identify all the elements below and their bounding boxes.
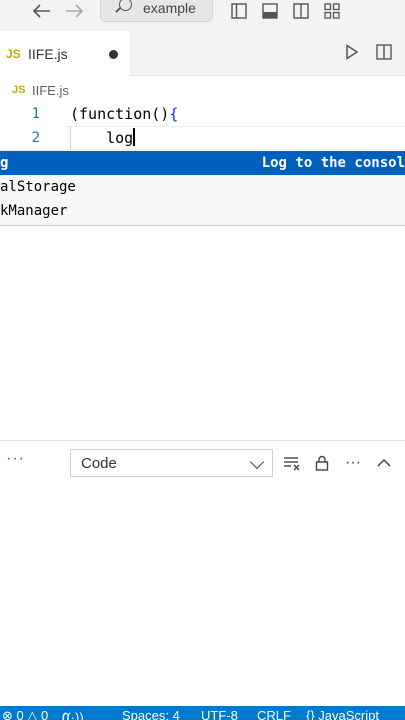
split-editor-icon[interactable] xyxy=(372,41,396,63)
status-bar: ⊗ 0 △ 0 ((·)) 0 Spaces: 4 UTF-8 CRLF {} … xyxy=(0,706,405,720)
tab-label: IIFE.js xyxy=(28,45,68,62)
suggestion-label: alStorage xyxy=(0,179,76,195)
chevron-up-icon[interactable] xyxy=(372,450,396,476)
suggestion-item-selected[interactable]: g Log to the consol xyxy=(0,151,405,175)
select-value: Code xyxy=(81,454,117,472)
clear-output-icon[interactable] xyxy=(280,450,304,476)
encoding-indicator[interactable]: UTF-8 xyxy=(201,708,238,720)
chevron-down-icon xyxy=(249,454,265,470)
title-bar: example xyxy=(0,0,405,22)
code-editor[interactable]: 1 (function(){ 2 log xyxy=(0,102,405,150)
back-arrow-icon[interactable] xyxy=(30,0,54,22)
text-cursor xyxy=(133,128,136,146)
command-center-search[interactable]: example xyxy=(100,0,213,22)
suggestion-label: g xyxy=(0,155,9,171)
more-actions-icon[interactable]: ··· xyxy=(6,450,25,468)
code-line[interactable]: 2 log xyxy=(0,126,405,150)
forward-arrow-icon[interactable] xyxy=(62,0,86,22)
suggestion-detail: Log to the consol xyxy=(261,155,405,171)
code-text[interactable]: (function(){ xyxy=(70,102,178,126)
run-icon[interactable] xyxy=(340,41,364,63)
ports-count: 0 xyxy=(62,710,70,720)
tab-iife-js[interactable]: JS IIFE.js xyxy=(0,31,130,76)
breadcrumb[interactable]: JS IIFE.js xyxy=(0,78,69,102)
panel-border xyxy=(0,440,405,441)
javascript-file-icon: JS xyxy=(12,84,26,96)
eol-indicator[interactable]: CRLF xyxy=(257,708,291,720)
problems-indicator[interactable]: ⊗ 0 △ 0 xyxy=(2,708,48,720)
more-actions-icon[interactable]: ··· xyxy=(341,450,365,476)
language-mode-indicator[interactable]: {} JavaScript xyxy=(306,708,379,720)
code-token: (function() xyxy=(70,105,170,123)
lock-icon[interactable] xyxy=(310,450,334,476)
code-brace: { xyxy=(169,105,179,123)
suggestion-widget: g Log to the consol alStorage kManager xyxy=(0,150,405,226)
unsaved-dot-icon[interactable] xyxy=(109,50,118,59)
toggle-panel-icon[interactable] xyxy=(258,0,282,22)
code-text[interactable]: log xyxy=(70,126,136,150)
code-line[interactable]: 1 (function(){ xyxy=(0,102,405,126)
line-number: 2 xyxy=(31,130,40,146)
search-icon xyxy=(119,0,132,11)
editor-tab-bar: JS IIFE.js xyxy=(0,22,405,76)
output-channel-select[interactable]: Code xyxy=(70,449,273,477)
line-number: 1 xyxy=(31,106,40,122)
toggle-sidebar-icon[interactable] xyxy=(227,0,251,22)
javascript-file-icon: JS xyxy=(6,46,21,61)
customize-layout-icon[interactable] xyxy=(320,0,344,22)
indentation-indicator[interactable]: Spaces: 4 xyxy=(122,708,180,720)
code-token: log xyxy=(70,129,134,147)
suggestion-label: kManager xyxy=(0,203,68,219)
breadcrumb-file[interactable]: IIFE.js xyxy=(32,83,69,98)
toggle-secondary-sidebar-icon[interactable] xyxy=(289,0,313,22)
suggestion-item[interactable]: kManager xyxy=(0,199,405,223)
search-text: example xyxy=(143,0,196,16)
suggestion-item[interactable]: alStorage xyxy=(0,175,405,199)
panel-toolbar: ··· Code ··· xyxy=(0,446,405,480)
